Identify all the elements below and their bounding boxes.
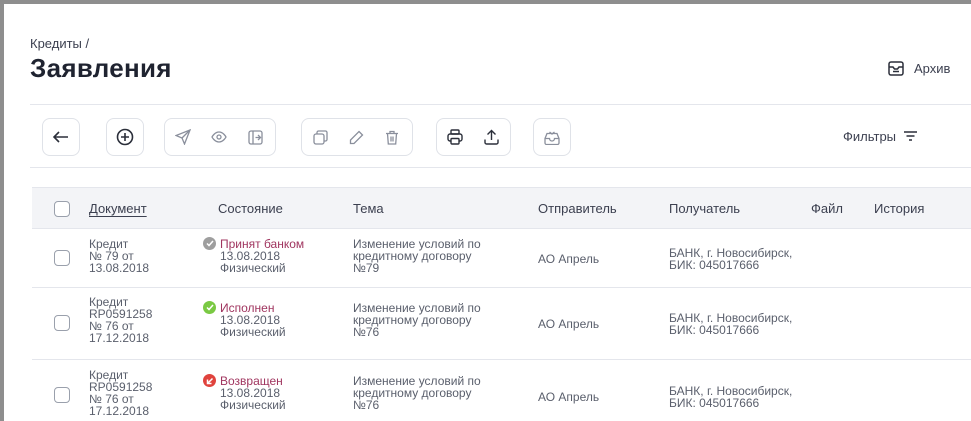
window-frame-left (0, 0, 4, 421)
header-file: Файл (811, 201, 843, 216)
archive-button[interactable]: Архив (888, 61, 950, 76)
recipient-cell: БАНК, г. Новосибирск, БИК: 045017666 (669, 311, 793, 337)
document-cell: Кредит RP0591258 № 76 от 17.12.2018 (89, 368, 153, 418)
table-row[interactable]: Кредит RP0591258 № 76 от 17.12.2018 Испо… (32, 288, 971, 360)
filters-button[interactable]: Фильтры (843, 129, 918, 144)
back-button[interactable] (43, 119, 79, 155)
copy-button[interactable] (302, 119, 338, 155)
copy-icon (312, 129, 328, 145)
topic-cell: Изменение условий по кредитному договору… (353, 301, 481, 339)
header-topic: Тема (353, 201, 384, 216)
header-history: История (874, 201, 925, 216)
eye-icon (211, 131, 227, 143)
upload-icon (483, 129, 499, 145)
filters-label: Фильтры (843, 129, 897, 144)
filter-icon (904, 129, 918, 144)
recipient-cell: БАНК, г. Новосибирск, БИК: 045017666 (669, 246, 793, 272)
send-icon (175, 129, 191, 145)
inbox-icon (544, 130, 560, 145)
view-button[interactable] (201, 119, 237, 155)
sign-button[interactable] (237, 119, 273, 155)
return-icon (203, 374, 216, 387)
header-state: Состояние (218, 201, 283, 216)
breadcrumb[interactable]: Кредиты / (30, 36, 89, 51)
sender-cell: АО Апрель (538, 317, 600, 331)
select-all-checkbox[interactable] (54, 201, 70, 217)
header-sender: Отправитель (538, 201, 617, 216)
delete-button[interactable] (374, 119, 410, 155)
sender-cell: АО Апрель (538, 390, 600, 404)
recipient-cell: БАНК, г. Новосибирск, БИК: 045017666 (669, 384, 793, 410)
print-icon (447, 129, 463, 145)
send-button[interactable] (165, 119, 201, 155)
toolbar-group-send (164, 118, 276, 156)
toolbar-group-back (42, 118, 80, 156)
toolbar-group-inbox (533, 118, 571, 156)
table-header: Документ Состояние Тема Отправитель Полу… (32, 187, 971, 229)
edit-icon (349, 130, 364, 145)
header-document[interactable]: Документ (89, 201, 147, 216)
edit-button[interactable] (338, 119, 374, 155)
add-circle-icon (116, 128, 134, 146)
state-type: Физический (220, 325, 286, 339)
document-cell: Кредит RP0591258 № 76 от 17.12.2018 (89, 295, 153, 345)
toolbar-group-print (436, 118, 511, 156)
upload-button[interactable] (473, 119, 509, 155)
state-cell: Принят банком 13.08.2018 Физический (203, 237, 304, 275)
topic-cell: Изменение условий по кредитному договору… (353, 237, 481, 275)
state-type: Физический (220, 261, 286, 275)
check-icon (203, 237, 216, 250)
delete-icon (385, 130, 399, 145)
table-row[interactable]: Кредит № 79 от 13.08.2018 Принят банком … (32, 229, 971, 288)
back-arrow-icon (53, 131, 69, 143)
toolbar-group-add (106, 118, 144, 156)
toolbar (30, 104, 971, 168)
state-type: Физический (220, 398, 286, 412)
row-checkbox[interactable] (54, 250, 70, 266)
state-cell: Возвращен 13.08.2018 Физический (203, 374, 286, 412)
add-button[interactable] (107, 119, 143, 155)
row-checkbox[interactable] (54, 387, 70, 403)
inbox-button[interactable] (534, 119, 570, 155)
print-button[interactable] (437, 119, 473, 155)
page-title: Заявления (30, 53, 172, 83)
row-checkbox[interactable] (54, 315, 70, 331)
archive-label: Архив (914, 61, 951, 76)
document-cell: Кредит № 79 от 13.08.2018 (89, 237, 150, 275)
window-frame-top (0, 0, 971, 4)
sender-cell: АО Апрель (538, 252, 600, 266)
sign-in-icon (247, 129, 263, 145)
topic-cell: Изменение условий по кредитному договору… (353, 374, 481, 412)
header-recipient: Получатель (669, 201, 741, 216)
check-icon (203, 301, 216, 314)
table-row[interactable]: Кредит RP0591258 № 76 от 17.12.2018 Возв… (32, 360, 971, 421)
archive-icon (888, 61, 904, 76)
state-cell: Исполнен 13.08.2018 Физический (203, 301, 286, 339)
documents-table: Документ Состояние Тема Отправитель Полу… (32, 187, 971, 421)
toolbar-group-edit (301, 118, 413, 156)
